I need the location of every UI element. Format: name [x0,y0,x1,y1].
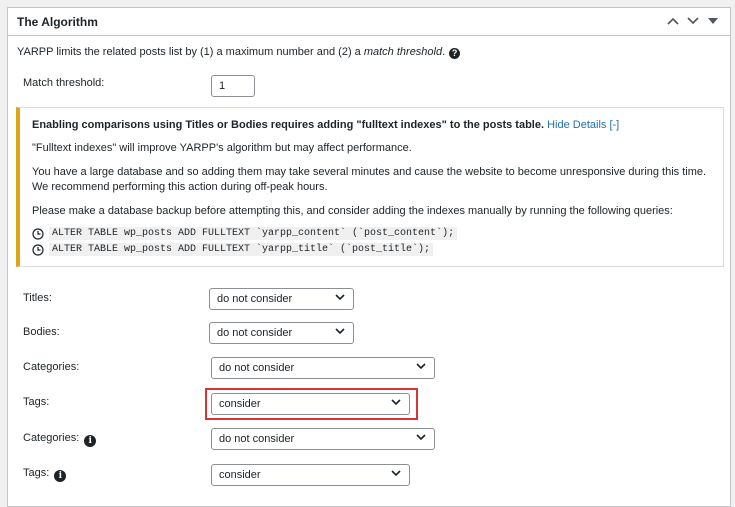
intro-text-end: . [442,46,446,58]
move-down-icon[interactable] [684,12,702,30]
categories-label: Categories: [23,361,80,373]
titles-label: Titles: [23,292,52,304]
clock-icon [32,243,44,256]
titles-select-value: do not consider [217,293,293,305]
panel-header-controls [664,12,722,30]
notice-line-3: Please make a database backup before att… [32,205,673,217]
tags-select[interactable]: consider [211,393,410,415]
tags-select-value: consider [219,398,261,410]
tags-info-label-text: Tags: [23,467,50,479]
categories-info-label-text: Categories: [23,432,80,444]
tags-label: Tags: [23,396,50,408]
panel-title: The Algorithm [17,15,98,29]
chevron-down-icon [391,399,401,406]
chevron-down-icon [335,294,345,301]
bodies-select[interactable]: do not consider [209,322,354,344]
info-icon[interactable]: i [54,470,67,482]
chevron-down-icon [416,363,426,370]
match-threshold-input[interactable] [211,75,255,97]
categories-2-select-value: do not consider [219,433,295,445]
move-up-icon[interactable] [664,12,682,30]
notice-line-1: "Fulltext indexes" will improve YARPP's … [32,142,412,154]
notice-line-2: You have a large database and so adding … [32,166,707,193]
categories-2-select[interactable]: do not consider [211,428,435,450]
info-icon[interactable]: i [84,435,97,447]
chevron-down-icon [416,434,426,441]
fulltext-notice: Enabling comparisons using Titles or Bod… [16,107,724,267]
bodies-label: Bodies: [23,326,60,338]
intro-text: YARPP limits the related posts list by (… [17,46,461,59]
categories-select-value: do not consider [219,362,295,374]
match-threshold-label: Match threshold: [23,77,105,89]
tags-2-select-value: consider [219,469,261,481]
help-icon[interactable]: ? [449,48,461,59]
categories-info-label: Categories: i [23,432,97,447]
clock-icon [32,227,44,240]
tags-2-select[interactable]: consider [211,464,410,486]
panel-header: The Algorithm [8,8,730,36]
chevron-down-icon [335,328,345,335]
titles-select[interactable]: do not consider [209,288,354,310]
toggle-panel-icon[interactable] [704,12,722,30]
categories-select[interactable]: do not consider [211,357,435,379]
query-code: ALTER TABLE wp_posts ADD FULLTEXT `yarpp… [49,243,434,256]
query-row: ALTER TABLE wp_posts ADD FULLTEXT `yarpp… [32,227,458,240]
bodies-select-value: do not consider [217,327,293,339]
intro-text-emphasis: match threshold [363,46,443,58]
algorithm-panel: The Algorithm YARPP limits the related p… [7,7,731,507]
chevron-down-icon [391,470,401,477]
query-code: ALTER TABLE wp_posts ADD FULLTEXT `yarpp… [49,227,458,240]
query-row: ALTER TABLE wp_posts ADD FULLTEXT `yarpp… [32,243,434,256]
notice-heading-text: Enabling comparisons using Titles or Bod… [32,119,545,131]
notice-heading: Enabling comparisons using Titles or Bod… [32,118,711,133]
hide-details-link[interactable]: Hide Details [-] [547,119,619,131]
intro-text-start: YARPP limits the related posts list by (… [17,46,364,58]
tags-info-label: Tags: i [23,467,67,482]
